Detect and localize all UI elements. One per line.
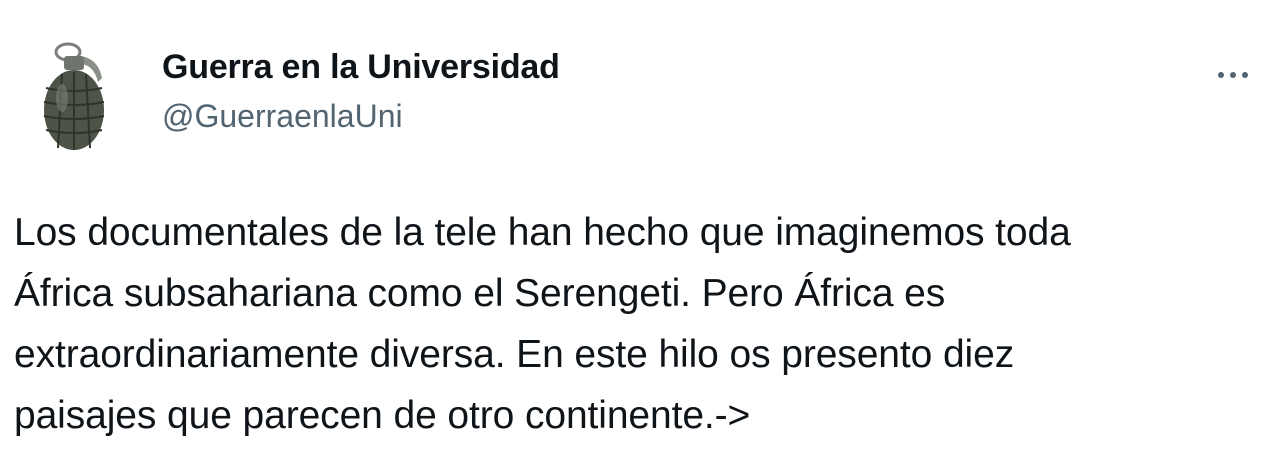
- tweet-card: Guerra en la Universidad @GuerraenlaUni …: [0, 0, 1280, 467]
- author-display-name[interactable]: Guerra en la Universidad: [162, 48, 560, 87]
- more-options-icon: [1242, 72, 1248, 78]
- hand-grenade-icon: [43, 42, 105, 150]
- more-options-button[interactable]: [1206, 60, 1260, 90]
- tweet-text: Los documentales de la tele han hecho qu…: [14, 211, 1071, 437]
- avatar[interactable]: [28, 38, 120, 156]
- author-handle[interactable]: @GuerraenlaUni: [162, 98, 403, 135]
- more-options-icon: [1218, 72, 1224, 78]
- more-options-icon: [1230, 72, 1236, 78]
